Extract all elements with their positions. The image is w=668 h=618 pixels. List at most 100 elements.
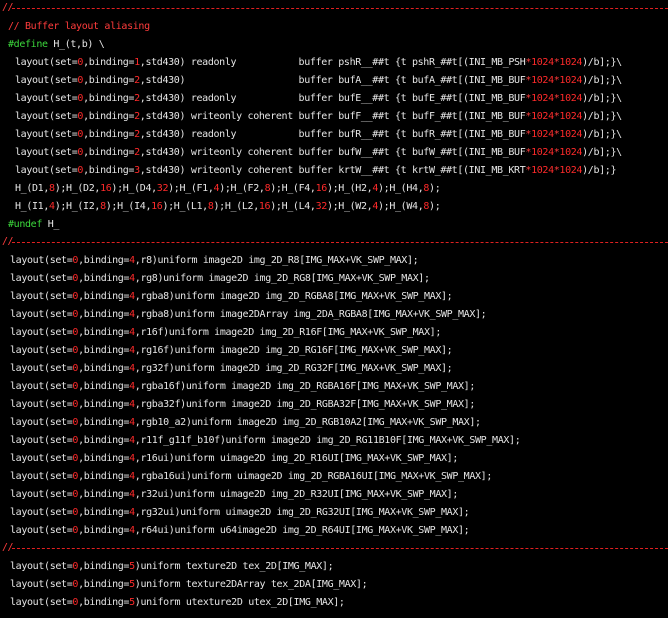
- code-line[interactable]: layout(set=0,binding=4,rg8)uniform image…: [10, 270, 430, 288]
- code-token-plain: layout(set=: [10, 363, 73, 374]
- code-line[interactable]: H_(D1,8);H_(D2,16);H_(D4,32);H_(F1,4);H_…: [15, 180, 441, 198]
- code-line[interactable]: #undef H_: [8, 216, 59, 234]
- code-line[interactable]: layout(set=0,binding=4,rgba8)uniform ima…: [10, 288, 453, 306]
- code-token-plain: H_(I1,: [15, 201, 50, 212]
- code-token-num: 16: [151, 201, 163, 212]
- code-line[interactable]: layout(set=0,binding=4,rg16f)uniform ima…: [10, 342, 453, 360]
- code-token-plain: );H_(L2,: [213, 201, 260, 212]
- code-line[interactable]: layout(set=0,binding=4,rgba16ui)uniform …: [10, 468, 492, 486]
- code-token-comment: // Buffer layout aliasing: [8, 21, 150, 32]
- code-token-plain: H_(D1,: [15, 183, 50, 194]
- code-token-plain: layout(set=: [10, 579, 73, 590]
- code-token-plain: layout(set=: [10, 255, 73, 266]
- code-line[interactable]: layout(set=0,binding=1,std430) readonly …: [15, 54, 622, 72]
- code-token-plain: ,binding=: [78, 399, 130, 410]
- code-line[interactable]: layout(set=0,binding=2,std430) readonly …: [15, 126, 622, 144]
- code-token-plain: layout(set=: [10, 417, 73, 428]
- separator-rule: [12, 548, 668, 549]
- code-token-plain: ,binding=: [78, 597, 130, 608]
- code-line[interactable]: layout(set=0,binding=2,std430) readonly …: [15, 90, 622, 108]
- code-token-plain: );H_(W4,: [378, 201, 424, 212]
- code-token-plain: layout(set=: [15, 129, 78, 140]
- code-token-plain: ,binding=: [83, 147, 135, 158]
- code-token-plain: layout(set=: [10, 507, 73, 518]
- code-token-plain: )/b];}\: [582, 147, 622, 158]
- code-token-plain: );H_(H4,: [378, 183, 424, 194]
- code-token-plain: );H_(F2,: [219, 183, 265, 194]
- separator-rule: [12, 8, 668, 9]
- code-token-num: 16: [315, 183, 328, 194]
- code-line[interactable]: layout(set=0,binding=4,r11f_g11f_b10f)un…: [10, 432, 521, 450]
- code-token-plain: )/b];}: [582, 165, 617, 176]
- code-token-plain: ,binding=: [78, 507, 130, 518]
- code-token-plain: )uniform texture2DArray tex_2DA[IMG_MAX]…: [134, 579, 368, 590]
- code-line[interactable]: layout(set=0,binding=4,r16ui)uniform uim…: [10, 450, 458, 468]
- code-line[interactable]: layout(set=0,binding=2,std430) buffer bu…: [15, 72, 622, 90]
- code-token-plain: )/b];}\: [582, 111, 622, 122]
- code-token-plain: layout(set=: [15, 165, 78, 176]
- code-token-plain: layout(set=: [10, 399, 73, 410]
- code-token-plain: ,r32ui)uniform uimage2D img_2D_R32UI[IMG…: [134, 489, 459, 500]
- code-token-plain: );H_(L4,: [270, 201, 316, 212]
- code-token-plain: ,rgba8)uniform image2D img_2D_RGBA8[IMG_…: [134, 291, 453, 302]
- code-token-plain: layout(set=: [10, 525, 73, 536]
- code-token-num: 1024: [531, 93, 554, 104]
- code-line[interactable]: H_(I1,4);H_(I2,8);H_(I4,16);H_(L1,8);H_(…: [15, 198, 441, 216]
- code-editor[interactable]: // // Buffer layout aliasing #define H_(t,…: [0, 0, 668, 618]
- code-line[interactable]: layout(set=0,binding=4,rgb10_a2)uniform …: [10, 414, 481, 432]
- code-line[interactable]: layout(set=0,binding=4,rgba8)uniform ima…: [10, 306, 487, 324]
- code-token-plain: layout(set=: [10, 327, 73, 338]
- code-line[interactable]: layout(set=0,binding=2,std430) writeonly…: [15, 108, 622, 126]
- code-token-plain: layout(set=: [10, 435, 73, 446]
- code-token-plain: layout(set=: [10, 597, 73, 608]
- code-line[interactable]: layout(set=0,binding=2,std430) writeonly…: [15, 144, 622, 162]
- code-line[interactable]: layout(set=0,binding=3,std430) writeonly…: [15, 162, 616, 180]
- code-token-plain: ,rgba16ui)uniform uimage2D img_2D_RGBA16…: [134, 471, 493, 482]
- code-line[interactable]: layout(set=0,binding=5)uniform texture2D…: [10, 558, 334, 576]
- code-line[interactable]: layout(set=0,binding=5)uniform texture2D…: [10, 576, 368, 594]
- code-token-plain: ,std430) readonly buffer pshR__##t {t ps…: [139, 57, 526, 68]
- code-line[interactable]: layout(set=0,binding=4,r8)uniform image2…: [10, 252, 419, 270]
- code-token-num: 1024: [531, 129, 554, 140]
- code-token-plain: layout(set=: [10, 381, 73, 392]
- code-token-plain: );H_(H2,: [326, 183, 373, 194]
- code-token-plain: ,rgba32f)uniform image2D img_2D_RGBA32F[…: [134, 399, 476, 410]
- code-line[interactable]: layout(set=0,binding=4,rgba32f)uniform i…: [10, 396, 475, 414]
- code-token-num: 1024: [559, 165, 583, 176]
- code-token-plain: ,binding=: [78, 381, 130, 392]
- code-line[interactable]: layout(set=0,binding=4,r64ui)uniform u64…: [10, 522, 470, 540]
- code-token-num: 16: [100, 183, 112, 194]
- code-line[interactable]: // Buffer layout aliasing: [8, 18, 150, 36]
- code-token-plain: ,binding=: [78, 363, 130, 374]
- code-token-pp: #undef: [8, 219, 43, 230]
- separator-rule: [12, 242, 668, 243]
- code-token-plain: ,binding=: [83, 165, 135, 176]
- code-token-num: 1024: [531, 165, 554, 176]
- code-line[interactable]: layout(set=0,binding=5)uniform utexture2…: [10, 594, 345, 612]
- code-token-plain: layout(set=: [10, 489, 73, 500]
- code-token-plain: ,rgba16f)uniform image2D img_2D_RGBA16F[…: [134, 381, 476, 392]
- code-token-pp: #define: [8, 39, 48, 50]
- code-token-plain: );: [429, 183, 441, 194]
- code-line[interactable]: layout(set=0,binding=4,r32ui)uniform uim…: [10, 486, 458, 504]
- code-token-plain: );H_(D4,: [111, 183, 157, 194]
- code-token-plain: ,binding=: [78, 417, 130, 428]
- code-line[interactable]: layout(set=0,binding=4,rg32ui)uniform ui…: [10, 504, 470, 522]
- code-token-num: 16: [258, 201, 271, 212]
- code-line[interactable]: layout(set=0,binding=4,r16f)uniform imag…: [10, 324, 441, 342]
- code-token-plain: layout(set=: [10, 561, 73, 572]
- code-line[interactable]: layout(set=0,binding=4,rgba16f)uniform i…: [10, 378, 475, 396]
- code-token-plain: );: [429, 201, 441, 212]
- code-token-num: 1024: [531, 75, 554, 86]
- code-token-num: 1024: [559, 129, 583, 140]
- code-token-plain: ,binding=: [78, 489, 130, 500]
- code-token-plain: ,binding=: [83, 57, 135, 68]
- code-token-plain: layout(set=: [10, 291, 73, 302]
- code-token-num: 1024: [559, 147, 583, 158]
- code-token-num: 1024: [531, 57, 554, 68]
- code-token-num: 1024: [559, 93, 583, 104]
- code-line[interactable]: #define H_(t,b) \: [8, 36, 105, 54]
- code-line[interactable]: layout(set=0,binding=4,rg32f)uniform ima…: [10, 360, 453, 378]
- separator-comment-line: //: [0, 235, 668, 249]
- code-token-plain: );H_(W2,: [326, 201, 373, 212]
